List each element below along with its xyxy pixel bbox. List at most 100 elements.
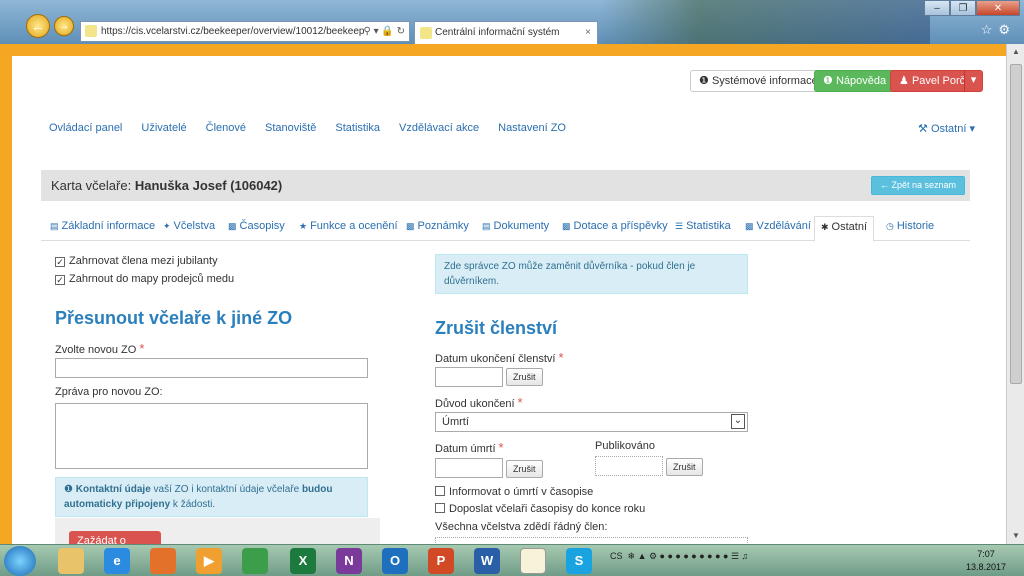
tab-statistics[interactable]: ☰ Statistika	[675, 220, 731, 232]
back-icon[interactable]: ←	[26, 14, 50, 38]
settings-gear-icon[interactable]: ⚙	[998, 22, 1016, 37]
system-info-label: Systémové informace	[711, 75, 818, 87]
contact-info-alert: ❶ Kontaktní údaje vaší ZO i kontaktní úd…	[55, 477, 368, 517]
forward-icon[interactable]: →	[54, 16, 74, 36]
clear-death-date-button[interactable]: Zrušit	[506, 460, 543, 478]
scroll-down-icon[interactable]: ▼	[1007, 528, 1024, 544]
chevron-down-icon[interactable]: ⌄	[731, 414, 745, 429]
scrollbar-thumb[interactable]	[1010, 64, 1022, 384]
nav-item-statistics[interactable]: Statistika	[335, 122, 380, 134]
message-textarea[interactable]	[55, 403, 368, 469]
user-menu-button[interactable]: ♟ Pavel Porč ▾	[890, 70, 983, 92]
folder-icon: ▤	[482, 221, 491, 231]
minimize-icon[interactable]: –	[924, 0, 950, 16]
info-circle-icon: ❶	[699, 75, 709, 87]
address-controls-icon[interactable]: ⚲ ▾ 🔒 ↻	[363, 22, 405, 41]
tray-icons[interactable]: ❄ ▲ ⚙ ● ● ● ● ● ● ● ● ● ☰ ♫	[625, 551, 749, 561]
tab-documents[interactable]: ▤ Dokumenty	[482, 220, 549, 232]
tab-label: Ostatní	[831, 221, 868, 233]
close-window-icon[interactable]: ✕	[976, 0, 1020, 16]
main-nav: Ovládací panel Uživatelé Členové Stanovi…	[49, 122, 585, 134]
nav-item-apiaries[interactable]: Stanoviště	[265, 122, 316, 134]
checkbox-unchecked-icon[interactable]	[435, 503, 445, 513]
help-button[interactable]: ❶ Nápověda	[814, 70, 896, 92]
inherit-member-input[interactable]	[435, 537, 748, 544]
published-input[interactable]	[595, 456, 663, 476]
death-date-input[interactable]	[435, 458, 503, 478]
comment-icon: ▩	[406, 221, 415, 231]
info-text-1: vaší ZO i kontaktní údaje včelaře	[150, 484, 302, 495]
internet-explorer-icon[interactable]: e	[104, 548, 130, 574]
page-scrollbar[interactable]: ▲ ▼	[1006, 44, 1024, 544]
onenote-icon[interactable]: N	[336, 548, 362, 574]
start-button-icon[interactable]	[4, 546, 36, 576]
inform-magazine-checkbox[interactable]: Informovat o úmrtí v časopise	[435, 486, 593, 498]
tab-education[interactable]: ▩ Vzdělávání	[745, 220, 811, 232]
help-circle-icon: ❶	[823, 75, 833, 87]
map-checkbox-label: Zahrnout do mapy prodejců medu	[69, 273, 235, 285]
tab-label: Statistika	[686, 220, 731, 232]
tab-other[interactable]: ✱ Ostatní	[814, 216, 875, 242]
required-asterisk-icon: *	[139, 341, 145, 356]
active-browser-icon[interactable]	[520, 548, 546, 574]
language-indicator[interactable]: CS	[610, 551, 623, 561]
nav-item-education[interactable]: Vzdělávací akce	[399, 122, 479, 134]
info-circle-icon: ❶	[64, 484, 73, 495]
new-zo-input[interactable]	[55, 358, 368, 378]
tab-close-icon[interactable]: ×	[585, 22, 591, 43]
tab-notes[interactable]: ▩ Poznámky	[406, 220, 469, 232]
list-icon: ▤	[50, 221, 59, 231]
chevron-down-icon[interactable]: ▾	[964, 70, 982, 92]
card-header: Karta včelaře: Hanuška Josef (106042) ← …	[41, 170, 970, 201]
map-checkbox[interactable]: ✓ Zahrnout do mapy prodejců medu	[55, 273, 234, 285]
window-background	[600, 0, 930, 44]
word-icon[interactable]: W	[474, 548, 500, 574]
powerpoint-icon[interactable]: P	[428, 548, 454, 574]
skype-icon[interactable]: S	[566, 548, 592, 574]
clear-published-button[interactable]: Zrušit	[666, 458, 703, 476]
tab-label: Dokumenty	[493, 220, 550, 232]
tab-history[interactable]: ◷ Historie	[886, 220, 934, 232]
excel-icon[interactable]: X	[290, 548, 316, 574]
tab-colonies[interactable]: ✦ Včelstva	[163, 220, 215, 232]
card-tabs: ▤ Základní informace ✦ Včelstva ▩ Časopisy …	[41, 216, 970, 242]
nav-item-settings[interactable]: Nastavení ZO	[498, 122, 566, 134]
taskbar-clock[interactable]: 7:07 13.8.2017	[962, 548, 1010, 574]
browser-tab[interactable]: Centrální informační systém ×	[414, 21, 598, 44]
colonies-icon: ✦	[163, 221, 171, 231]
end-date-input[interactable]	[435, 367, 503, 387]
nav-item-users[interactable]: Uživatelé	[141, 122, 186, 134]
scroll-up-icon[interactable]: ▲	[1007, 44, 1024, 60]
checkbox-checked-icon[interactable]: ✓	[55, 275, 65, 285]
nav-item-members[interactable]: Členové	[206, 122, 246, 134]
checkbox-checked-icon[interactable]: ✓	[55, 257, 65, 267]
firefox-icon[interactable]	[150, 548, 176, 574]
tab-magazines[interactable]: ▩ Časopisy	[228, 220, 285, 232]
media-player-icon[interactable]: ▶	[196, 548, 222, 574]
address-bar[interactable]: https://cis.vcelarstvi.cz/beekeeper/over…	[80, 21, 410, 42]
back-to-list-button[interactable]: ← Zpět na seznam	[871, 176, 966, 195]
checkbox-unchecked-icon[interactable]	[435, 486, 445, 496]
clear-end-date-button[interactable]: Zrušit	[506, 368, 543, 386]
explorer-icon[interactable]	[58, 548, 84, 574]
tab-basic-info[interactable]: ▤ Základní informace	[50, 220, 155, 232]
restore-icon[interactable]: ❐	[950, 0, 976, 16]
page-title: Karta včelaře: Hanuška Josef (106042)	[51, 178, 282, 193]
outlook-icon[interactable]: O	[382, 548, 408, 574]
chrome-icon[interactable]	[242, 548, 268, 574]
tab-subsidies[interactable]: ▩ Dotace a příspěvky	[562, 220, 668, 232]
jubilee-checkbox[interactable]: ✓ Zahrnovat člena mezi jubilanty	[55, 255, 218, 267]
tab-functions[interactable]: ★ Funkce a ocenění	[299, 220, 398, 232]
reason-select[interactable]: Úmrtí ⌄	[435, 412, 748, 432]
inform-magazine-label: Informovat o úmrtí v časopise	[449, 486, 594, 498]
system-info-button[interactable]: ❶ Systémové informace	[690, 70, 827, 92]
request-transfer-button[interactable]: Zažádat o přesun	[69, 531, 161, 544]
book-icon: ▩	[745, 221, 754, 231]
new-zo-label-text: Zvolte novou ZO	[55, 344, 137, 356]
inherit-colonies-label: Všechna včelstva zdědí řádný člen:	[435, 521, 608, 533]
nav-item-dashboard[interactable]: Ovládací panel	[49, 122, 122, 134]
browser-viewport: ❶ Systémové informace ❶ Nápověda ♟ Pavel…	[0, 44, 1024, 544]
favorites-star-icon[interactable]: ☆	[981, 22, 999, 37]
other-menu[interactable]: ⚒ Ostatní ▾	[918, 122, 975, 135]
send-magazines-checkbox[interactable]: Doposlat včelaři časopisy do konce roku	[435, 503, 645, 515]
